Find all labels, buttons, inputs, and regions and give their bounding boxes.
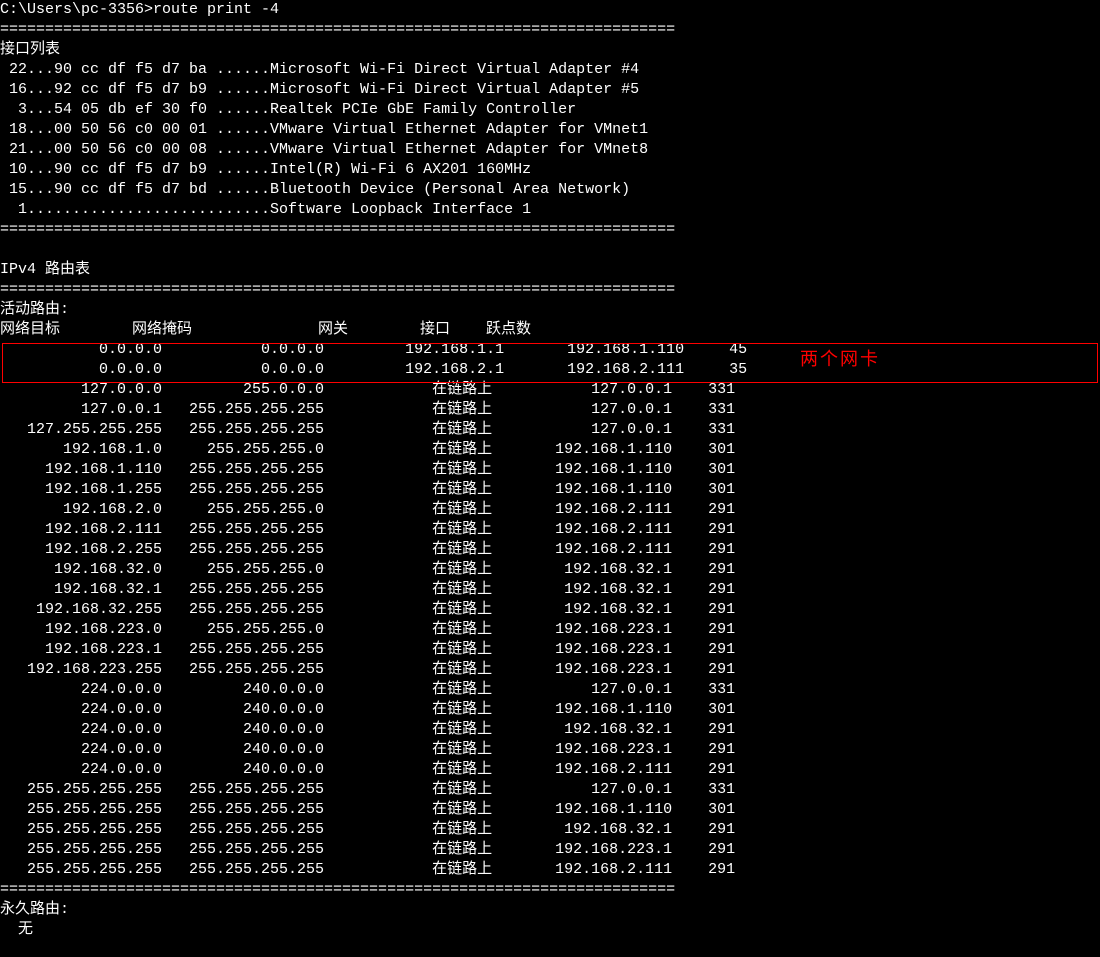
route-row: 127.255.255.255 255.255.255.255 在链路上 127… xyxy=(0,421,735,438)
route-row: 127.0.0.1 255.255.255.255 在链路上 127.0.0.1… xyxy=(0,401,735,418)
route-row: 255.255.255.255 255.255.255.255 在链路上 192… xyxy=(0,801,735,818)
active-routes-title: 活动路由: xyxy=(0,301,69,318)
separator-line: ========================================… xyxy=(0,881,675,898)
route-row: 192.168.2.255 255.255.255.255 在链路上 192.1… xyxy=(0,541,735,558)
annotation-label: 两个网卡 xyxy=(800,349,880,369)
interface-row: 21...00 50 56 c0 00 08 ......VMware Virt… xyxy=(0,141,648,158)
route-row: 255.255.255.255 255.255.255.255 在链路上 192… xyxy=(0,821,735,838)
interface-row: 3...54 05 db ef 30 f0 ......Realtek PCIe… xyxy=(0,101,576,118)
terminal-output: C:\Users\pc-3356>route print -4 ========… xyxy=(0,0,1100,940)
separator-line: ========================================… xyxy=(0,281,675,298)
route-row: 127.0.0.0 255.0.0.0 在链路上 127.0.0.1 331 xyxy=(0,381,735,398)
route-row: 224.0.0.0 240.0.0.0 在链路上 192.168.223.1 2… xyxy=(0,741,735,758)
prompt-line[interactable]: C:\Users\pc-3356>route print -4 xyxy=(0,1,279,18)
route-header: 网络目标 网络掩码 网关 接口 跃点数 xyxy=(0,321,531,338)
route-row: 224.0.0.0 240.0.0.0 在链路上 192.168.1.110 3… xyxy=(0,701,735,718)
prompt: C:\Users\pc-3356> xyxy=(0,1,153,18)
interface-row: 15...90 cc df f5 d7 bd ......Bluetooth D… xyxy=(0,181,630,198)
route-row: 255.255.255.255 255.255.255.255 在链路上 192… xyxy=(0,861,735,878)
route-row: 192.168.1.110 255.255.255.255 在链路上 192.1… xyxy=(0,461,735,478)
interface-row: 1...........................Software Loo… xyxy=(0,201,531,218)
route-row: 192.168.223.1 255.255.255.255 在链路上 192.1… xyxy=(0,641,735,658)
separator-line: ========================================… xyxy=(0,221,675,238)
route-row: 192.168.2.111 255.255.255.255 在链路上 192.1… xyxy=(0,521,735,538)
interface-row: 22...90 cc df f5 d7 ba ......Microsoft W… xyxy=(0,61,639,78)
interface-row: 18...00 50 56 c0 00 01 ......VMware Virt… xyxy=(0,121,648,138)
route-row: 192.168.1.0 255.255.255.0 在链路上 192.168.1… xyxy=(0,441,735,458)
interface-row: 10...90 cc df f5 d7 b9 ......Intel(R) Wi… xyxy=(0,161,531,178)
persistent-routes-title: 永久路由: xyxy=(0,901,69,918)
route-row: 192.168.223.255 255.255.255.255 在链路上 192… xyxy=(0,661,735,678)
route-row: 192.168.32.0 255.255.255.0 在链路上 192.168.… xyxy=(0,561,735,578)
route-row: 192.168.2.0 255.255.255.0 在链路上 192.168.2… xyxy=(0,501,735,518)
ipv4-title: IPv4 路由表 xyxy=(0,261,90,278)
route-row: 255.255.255.255 255.255.255.255 在链路上 127… xyxy=(0,781,735,798)
route-row: 224.0.0.0 240.0.0.0 在链路上 192.168.2.111 2… xyxy=(0,761,735,778)
command: route print -4 xyxy=(153,1,279,18)
interface-list-title: 接口列表 xyxy=(0,41,60,58)
interface-row: 16...92 cc df f5 d7 b9 ......Microsoft W… xyxy=(0,81,639,98)
route-row: 192.168.32.255 255.255.255.255 在链路上 192.… xyxy=(0,601,735,618)
route-row: 224.0.0.0 240.0.0.0 在链路上 192.168.32.1 29… xyxy=(0,721,735,738)
route-row: 192.168.223.0 255.255.255.0 在链路上 192.168… xyxy=(0,621,735,638)
route-row: 255.255.255.255 255.255.255.255 在链路上 192… xyxy=(0,841,735,858)
route-row: 192.168.1.255 255.255.255.255 在链路上 192.1… xyxy=(0,481,735,498)
separator-line: ========================================… xyxy=(0,21,675,38)
route-row: 192.168.32.1 255.255.255.255 在链路上 192.16… xyxy=(0,581,735,598)
annotation-box xyxy=(2,343,1098,383)
route-row: 224.0.0.0 240.0.0.0 在链路上 127.0.0.1 331 xyxy=(0,681,735,698)
persistent-routes-none: 无 xyxy=(0,921,33,938)
